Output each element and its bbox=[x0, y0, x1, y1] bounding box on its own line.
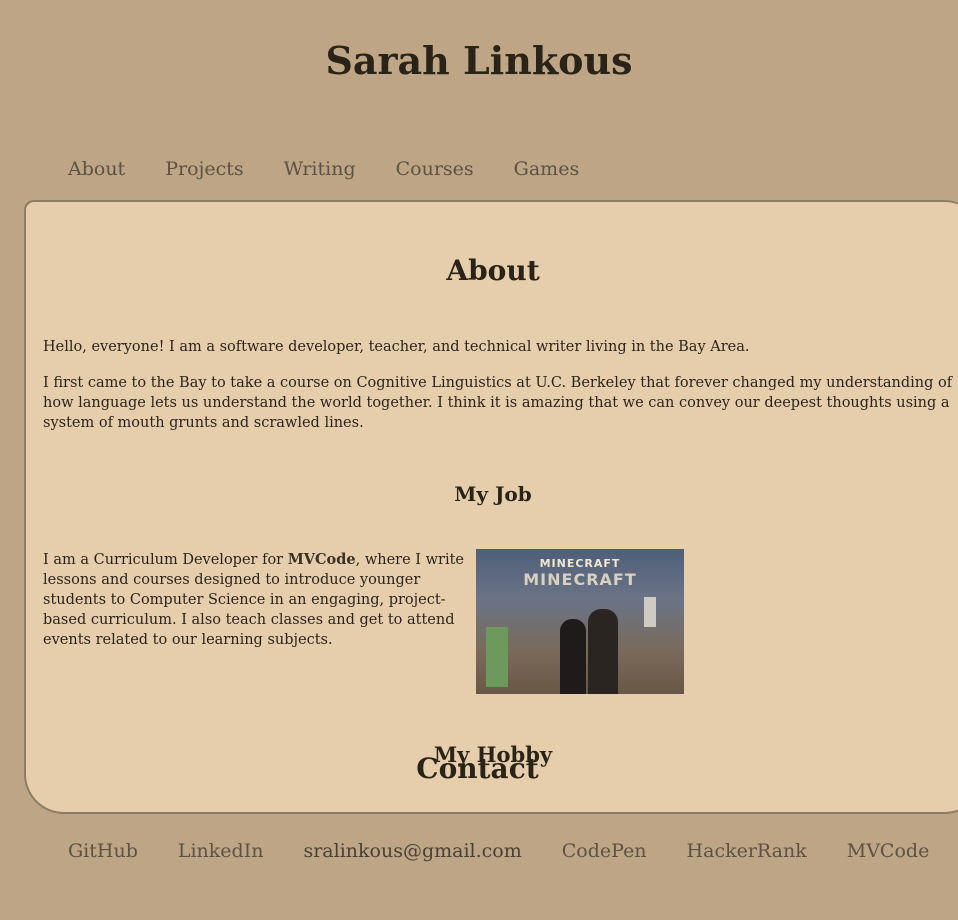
photo-skeleton bbox=[644, 597, 656, 627]
photo-person-right bbox=[588, 609, 618, 694]
about-story: I first came to the Bay to take a course… bbox=[43, 375, 953, 431]
site-title: Sarah Linkous bbox=[325, 38, 633, 83]
hackerrank-link[interactable]: HackerRank bbox=[687, 840, 807, 862]
github-link[interactable]: GitHub bbox=[68, 840, 138, 862]
photo-person-left bbox=[560, 619, 586, 694]
nav-courses[interactable]: Courses bbox=[396, 158, 474, 180]
mvcode-link[interactable]: MVCode bbox=[288, 551, 356, 568]
job-photo: MINECRAFT MINECRAFT bbox=[476, 549, 684, 694]
nav-about[interactable]: About bbox=[68, 158, 125, 180]
nav-projects[interactable]: Projects bbox=[165, 158, 243, 180]
photo-logo-big: MINECRAFT bbox=[523, 570, 637, 589]
content-card[interactable]: About Hello, everyone! I am a software d… bbox=[24, 200, 958, 814]
nav-games[interactable]: Games bbox=[514, 158, 580, 180]
contact-links: GitHub LinkedIn sralinkous@gmail.com Cod… bbox=[68, 840, 929, 862]
contact-heading: Contact bbox=[416, 752, 539, 785]
main-nav: About Projects Writing Courses Games bbox=[68, 158, 579, 180]
photo-creeper bbox=[486, 627, 508, 687]
about-heading: About bbox=[446, 254, 540, 287]
codepen-link[interactable]: CodePen bbox=[562, 840, 647, 862]
linkedin-link[interactable]: LinkedIn bbox=[178, 840, 264, 862]
photo-logo-small: MINECRAFT bbox=[539, 557, 621, 570]
job-text-before: I am a Curriculum Developer for bbox=[43, 552, 288, 568]
nav-writing[interactable]: Writing bbox=[284, 158, 356, 180]
email-link[interactable]: sralinkous@gmail.com bbox=[303, 840, 521, 862]
photo-logo: MINECRAFT MINECRAFT bbox=[476, 557, 684, 589]
job-heading: My Job bbox=[454, 482, 532, 506]
mvcode-footer-link[interactable]: MVCode bbox=[847, 840, 930, 862]
job-description: I am a Curriculum Developer for MVCode, … bbox=[43, 550, 475, 650]
hobby-photo bbox=[476, 812, 684, 814]
about-intro: Hello, everyone! I am a software develop… bbox=[43, 339, 750, 355]
